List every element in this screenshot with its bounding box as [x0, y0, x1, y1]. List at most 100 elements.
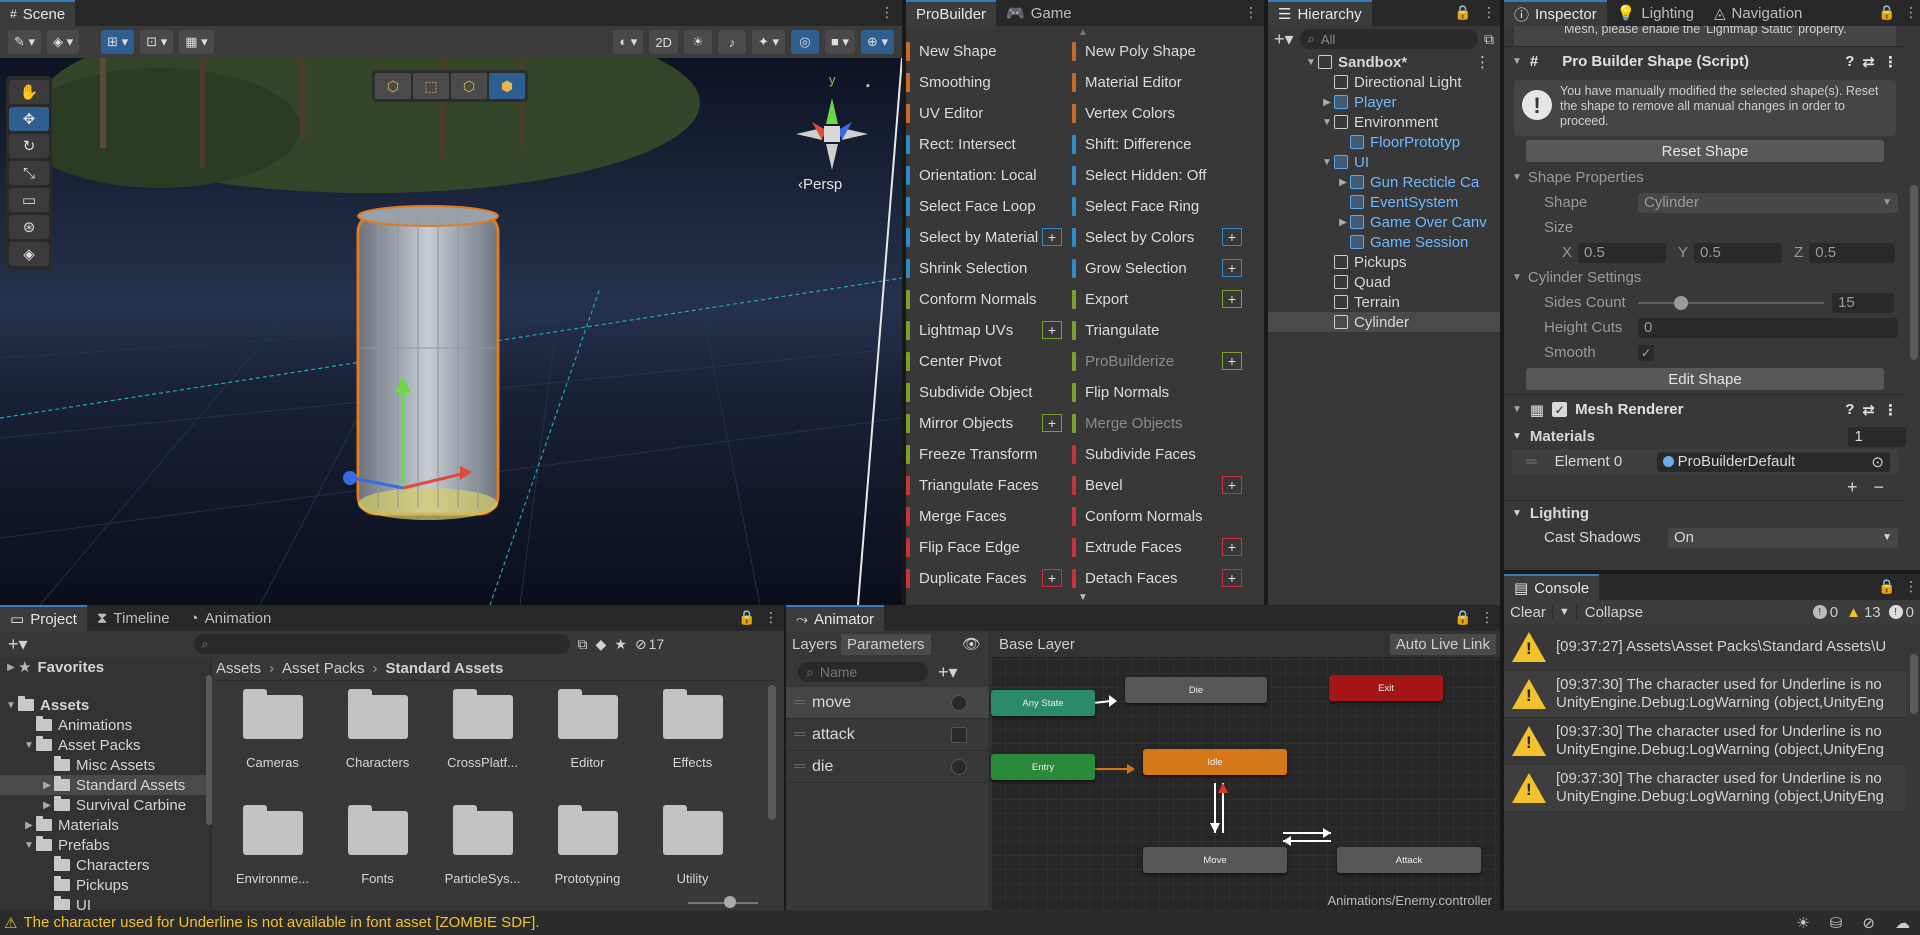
smooth-checkbox[interactable]: ✓ — [1638, 344, 1654, 361]
grid-visibility-button[interactable]: ▦ ▾ — [179, 30, 214, 54]
move-tool-icon[interactable]: ✥ — [9, 107, 49, 131]
help-icon[interactable]: ? — [1845, 53, 1854, 70]
project-tree-item[interactable]: Characters — [0, 855, 211, 875]
add-param-icon[interactable]: +▾ — [938, 662, 958, 683]
toggle-2d-button[interactable]: 2D — [649, 30, 678, 54]
asset-folder[interactable]: CrossPlatf... — [430, 689, 535, 805]
hierarchy-item[interactable]: Pickups — [1268, 252, 1500, 272]
camera-settings-icon[interactable]: ■ ▾ — [824, 30, 855, 54]
hierarchy-item[interactable]: ▶ Player — [1268, 92, 1500, 112]
probuilder-action[interactable]: Orientation: Local — [906, 160, 1072, 191]
probuilder-action[interactable]: New Shape — [906, 36, 1072, 67]
render-mode-button[interactable]: ◈ ▾ — [47, 30, 80, 54]
tab-inspector[interactable]: ⓘ Inspector — [1504, 0, 1607, 26]
expand-arrow-icon[interactable]: ▼ — [22, 840, 36, 851]
scene-search-icon[interactable]: ⧉ — [1484, 31, 1494, 48]
info-count-toggle[interactable]: ! 0 — [1809, 604, 1842, 621]
custom-tool-icon[interactable]: ◈ — [9, 242, 49, 266]
probuilder-action[interactable]: Extrude Faces + — [1072, 532, 1252, 563]
probuilder-action[interactable]: UV Editor — [906, 98, 1072, 129]
state-node[interactable]: Attack — [1337, 847, 1481, 873]
probuilder-action[interactable]: Duplicate Faces + — [906, 563, 1072, 589]
kebab-menu-icon[interactable]: ⋮ — [764, 609, 778, 626]
tab-console[interactable]: ▤ Console — [1504, 574, 1600, 600]
tab-game[interactable]: 🎮 Game — [996, 0, 1082, 26]
height-cuts-field[interactable]: 0 — [1638, 317, 1898, 338]
probuilder-action[interactable]: Merge Faces — [906, 501, 1072, 532]
lock-icon[interactable]: 🔒 — [1454, 609, 1471, 626]
hierarchy-item[interactable]: ▼ Sandbox* ⋮ — [1268, 52, 1500, 72]
draw-mode-button[interactable]: ✎ ▾ — [8, 30, 42, 54]
probuilder-action[interactable]: Vertex Colors — [1072, 98, 1252, 129]
material-object-field[interactable]: ProBuilderDefault ⊙ — [1656, 451, 1890, 472]
hierarchy-item[interactable]: ▶ Gun Recticle Ca — [1268, 172, 1500, 192]
hierarchy-item[interactable]: FloorPrototyp — [1268, 132, 1500, 152]
asset-folder[interactable]: Fonts — [325, 805, 430, 910]
param-search[interactable]: ⌕ Name — [798, 662, 928, 682]
preset-icon[interactable]: ⇄ — [1862, 53, 1875, 71]
shape-properties-foldout[interactable]: ▼ Shape Properties — [1504, 165, 1906, 190]
parameters-tab[interactable]: Parameters — [841, 633, 931, 655]
hierarchy-item[interactable]: ▶ Game Over Canv — [1268, 212, 1500, 232]
probuilder-action[interactable]: Material Editor — [1072, 67, 1252, 98]
grid-scrollbar[interactable] — [768, 685, 776, 820]
expand-arrow-icon[interactable]: ▼ — [22, 740, 36, 751]
project-tree-item[interactable]: ▼ Prefabs — [0, 835, 211, 855]
pb-shape-header[interactable]: ▼ # Pro Builder Shape (Script) ? ⇄ ⋮ — [1504, 46, 1906, 76]
edit-shape-button[interactable]: Edit Shape — [1526, 368, 1884, 390]
asset-folder[interactable]: Utility — [640, 805, 745, 910]
kebab-menu-icon[interactable]: ⋮ — [1904, 578, 1918, 595]
status-bar[interactable]: ⚠ The character used for Underline is no… — [0, 910, 1920, 935]
state-node[interactable]: Entry — [991, 754, 1095, 780]
state-node[interactable]: Any State — [991, 690, 1095, 716]
probuilder-action[interactable]: Triangulate Faces — [906, 470, 1072, 501]
scene-viewport[interactable]: ✋ ✥ ↻ ⤡ ▭ ⊛ ◈ ⬡ ⬚ ⬡ ⬢ y ▪ ‹Persp — [0, 58, 902, 605]
enabled-checkbox[interactable]: ✓ — [1552, 402, 1568, 417]
transform-tool-icon[interactable]: ⊛ — [9, 215, 49, 239]
effects-toggle-icon[interactable]: ✦ ▾ — [751, 30, 785, 54]
tab-scene[interactable]: # Scene — [0, 0, 76, 26]
project-tree-item[interactable]: Animations — [0, 715, 211, 735]
drag-handle-icon[interactable]: ═ — [794, 694, 805, 712]
scroll-down-icon[interactable]: ▼ — [1078, 592, 1088, 603]
asset-folder[interactable]: Prototyping — [535, 805, 640, 910]
options-plus-icon[interactable]: + — [1042, 569, 1062, 587]
gizmo-lock-icon[interactable]: ▪ — [866, 80, 870, 92]
rotate-tool-icon[interactable]: ↻ — [9, 134, 49, 158]
hierarchy-item[interactable]: Cylinder — [1268, 312, 1500, 332]
state-node[interactable]: Die — [1125, 677, 1267, 703]
expand-arrow-icon[interactable]: ▶ — [40, 800, 54, 811]
tab-timeline[interactable]: ⧗ Timeline — [87, 605, 180, 631]
options-plus-icon[interactable]: + — [1222, 476, 1242, 494]
options-plus-icon[interactable]: + — [1222, 228, 1242, 246]
increment-snap-button[interactable]: ⊡ ▾ — [140, 30, 174, 54]
add-icon[interactable]: +▾ — [1274, 29, 1294, 50]
edge-mode-icon[interactable]: ⬡ — [451, 73, 487, 99]
probuilder-action[interactable]: Shift: Difference — [1072, 129, 1252, 160]
hierarchy-item[interactable]: EventSystem — [1268, 192, 1500, 212]
foldout-arrow-icon[interactable]: ▼ — [1512, 431, 1522, 442]
scene-menu-icon[interactable]: ⋮ — [1475, 53, 1490, 71]
kebab-menu-icon[interactable]: ⋮ — [1482, 4, 1496, 21]
shape-dropdown[interactable]: Cylinder ▼ — [1638, 192, 1898, 213]
probuilder-action[interactable]: Select Face Ring — [1072, 191, 1252, 222]
probuilder-action[interactable]: Mirror Objects + — [906, 408, 1072, 439]
inspector-scrollbar[interactable] — [1910, 185, 1918, 360]
project-tree-item[interactable]: ▶ ★ Favorites — [0, 657, 211, 677]
options-plus-icon[interactable]: + — [1222, 290, 1242, 308]
probuilder-action[interactable]: Triangulate — [1072, 315, 1252, 346]
asset-folder[interactable]: Cameras — [220, 689, 325, 805]
console-scrollbar[interactable] — [1910, 654, 1918, 714]
hierarchy-item[interactable]: ▼ UI — [1268, 152, 1500, 172]
persp-label[interactable]: ‹Persp — [798, 176, 842, 193]
lighting-toggle-icon[interactable]: ☀ — [683, 30, 712, 54]
hierarchy-item[interactable]: Game Session — [1268, 232, 1500, 252]
audio-toggle-icon[interactable]: ♪ — [717, 30, 746, 54]
probuilder-action[interactable]: Subdivide Object — [906, 377, 1072, 408]
materials-count-field[interactable]: 1 — [1848, 426, 1906, 447]
project-search[interactable]: ⌕ — [193, 634, 570, 654]
probuilder-action[interactable]: New Poly Shape — [1072, 36, 1252, 67]
tab-probuilder[interactable]: ProBuilder — [906, 0, 997, 26]
tab-animation[interactable]: ◔ Animation — [180, 605, 282, 631]
options-plus-icon[interactable]: + — [1042, 414, 1062, 432]
